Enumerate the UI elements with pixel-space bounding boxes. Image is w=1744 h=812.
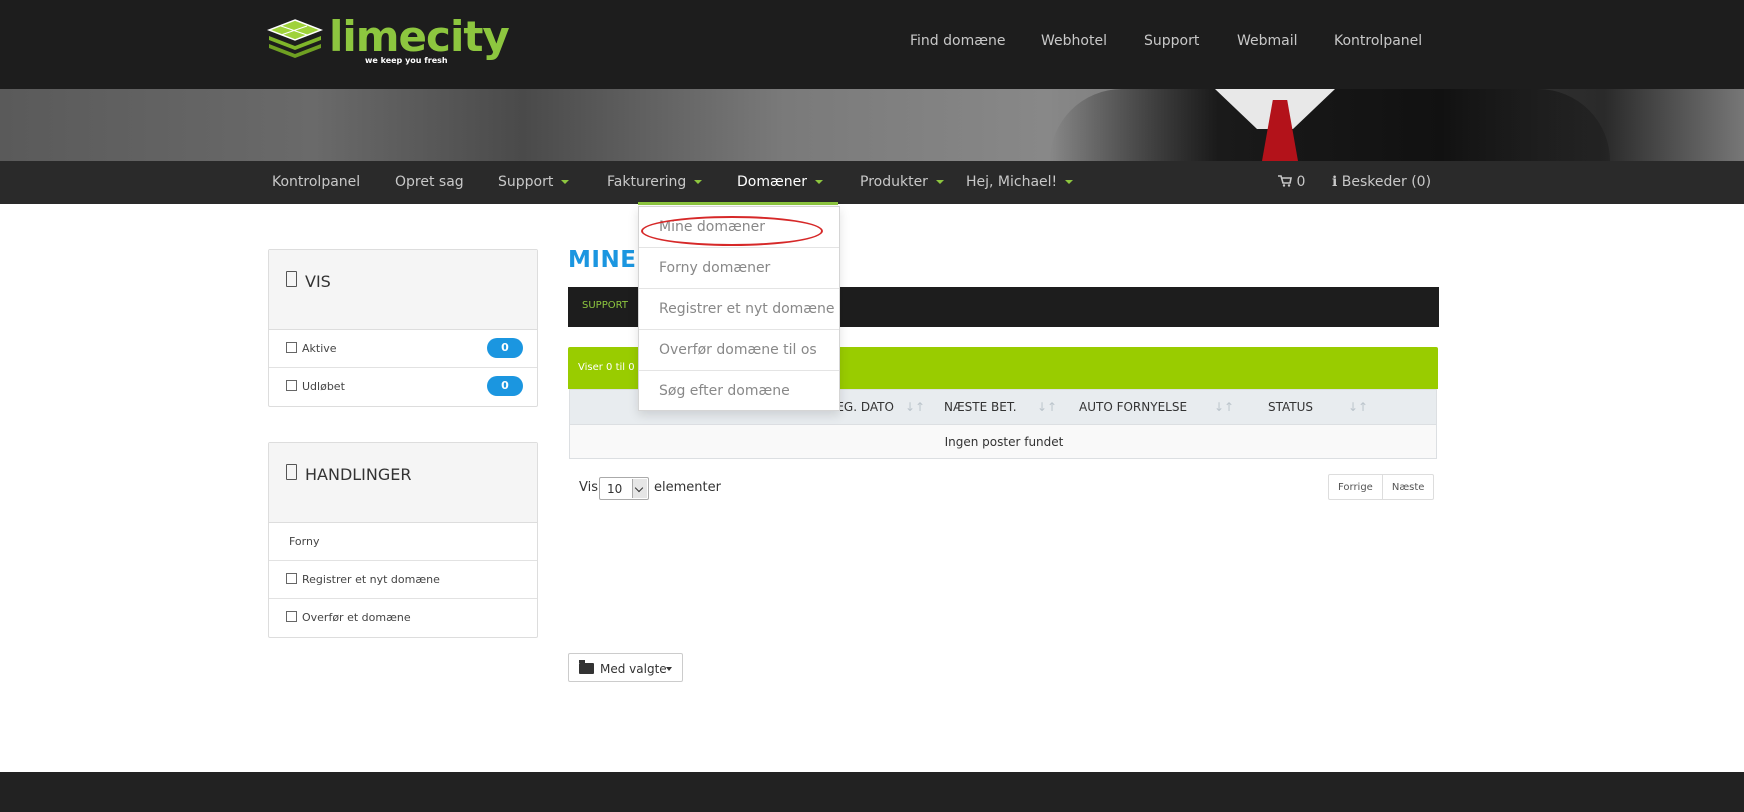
sort-icon[interactable]: ↓↑ [1348, 400, 1368, 414]
building-icon [286, 271, 297, 287]
topnav-support[interactable]: Support [1144, 33, 1199, 49]
nav-fakturering-label: Fakturering [607, 174, 687, 190]
chevron-down-icon [814, 180, 823, 184]
topnav-webhotel[interactable]: Webhotel [1041, 33, 1107, 49]
filter-udloebet[interactable]: Udløbet 0 [269, 368, 537, 406]
pager-next-button[interactable]: Næste [1381, 475, 1434, 499]
col-status[interactable]: STATUS [1268, 400, 1313, 414]
sort-icon[interactable]: ↓↑ [1214, 400, 1234, 414]
action-overfoer-label: Overfør et domæne [302, 611, 411, 624]
col-naeste-bet[interactable]: NÆSTE BET. [944, 400, 1017, 414]
chevron-down-icon [561, 180, 570, 184]
nav-domaener-label: Domæner [737, 174, 807, 190]
cart-count: 0 [1296, 174, 1306, 190]
filter-aktive[interactable]: Aktive 0 [269, 330, 537, 368]
action-overfoer[interactable]: Overfør et domæne [269, 599, 537, 637]
breadcrumb-support[interactable]: SUPPORT [582, 300, 628, 311]
chevron-down-icon [632, 479, 647, 498]
main-navigation: Kontrolpanel Opret sag Support Faktureri… [0, 161, 1744, 204]
action-registrer-label: Registrer et nyt domæne [302, 573, 440, 586]
topnav-kontrolpanel[interactable]: Kontrolpanel [1334, 33, 1422, 49]
nav-support[interactable]: Support [498, 174, 570, 190]
footer [0, 772, 1744, 812]
folder-open-icon [579, 660, 594, 674]
filter-aktive-count: 0 [487, 338, 523, 358]
empty-message: Ingen poster fundet [944, 435, 1064, 449]
table-row-empty: Ingen poster fundet [569, 425, 1437, 459]
nav-domaener[interactable]: Domæner [737, 174, 823, 190]
page-length-suffix: elementer [654, 480, 721, 495]
nav-fakturering[interactable]: Fakturering [607, 174, 703, 190]
chevron-down-icon [694, 180, 703, 184]
sort-icon[interactable]: ↓↑ [905, 400, 925, 414]
menu-item-label: Overfør domæne til os [659, 342, 817, 358]
nav-support-label: Support [498, 174, 554, 190]
messages-label: Beskeder (0) [1341, 174, 1432, 190]
menu-item-forny-domaener[interactable]: Forny domæner [639, 248, 839, 289]
info-icon: i [1332, 174, 1338, 190]
nav-user-menu[interactable]: Hej, Michael! [966, 174, 1074, 190]
chevron-down-icon [935, 180, 944, 184]
cart-icon [1278, 175, 1292, 187]
caret-down-icon [666, 667, 672, 671]
menu-item-label: Registrer et nyt domæne [659, 301, 835, 317]
highlight-annotation [641, 216, 823, 246]
panel-vis-header: VIS [269, 250, 537, 330]
menu-item-label: Søg efter domæne [659, 383, 790, 399]
nav-kontrolpanel[interactable]: Kontrolpanel [272, 174, 360, 190]
banner-figure [1050, 89, 1610, 161]
panel-handlinger: HANDLINGER Forny Registrer et nyt domæne… [268, 442, 538, 638]
nav-user-label: Hej, Michael! [966, 174, 1058, 190]
menu-item-overfoer[interactable]: Overfør domæne til os [639, 330, 839, 371]
panel-handlinger-title: HANDLINGER [305, 465, 412, 484]
action-forny[interactable]: Forny [269, 523, 537, 561]
globe-icon [286, 573, 297, 584]
bulk-action-label: Med valgte [600, 662, 667, 676]
menu-item-registrer[interactable]: Registrer et nyt domæne [639, 289, 839, 330]
topnav-find-domaene[interactable]: Find domæne [910, 33, 1005, 49]
filter-aktive-label: Aktive [302, 342, 337, 355]
top-header: limecity we keep you fresh Find domæne W… [0, 0, 1744, 89]
nav-cart[interactable]: 0 [1278, 174, 1305, 190]
building-icon [286, 464, 297, 480]
panel-vis-title: VIS [305, 272, 331, 291]
page-length-value: 10 [607, 482, 623, 496]
nav-opret-sag[interactable]: Opret sag [395, 174, 464, 190]
top-navigation: Find domæne Webhotel Support Webmail Kon… [0, 33, 1744, 53]
page-length-select[interactable]: 10 [599, 477, 649, 500]
menu-item-label: Forny domæner [659, 260, 771, 276]
nav-produkter-label: Produkter [860, 174, 928, 190]
panel-vis: VIS Aktive 0 Udløbet 0 [268, 249, 538, 407]
filter-udloebet-count: 0 [487, 376, 523, 396]
sort-icon[interactable]: ↓↑ [1037, 400, 1057, 414]
action-forny-label: Forny [289, 535, 320, 548]
nav-produkter[interactable]: Produkter [860, 174, 944, 190]
logo-tagline: we keep you fresh [365, 56, 448, 65]
bulk-action-button[interactable]: Med valgte [568, 653, 683, 682]
nav-messages[interactable]: i Beskeder (0) [1332, 174, 1431, 190]
pagination: Forrige Næste [1328, 474, 1435, 500]
pager-prev-button[interactable]: Forrige [1329, 475, 1382, 499]
action-registrer[interactable]: Registrer et nyt domæne [269, 561, 537, 599]
nav-active-indicator [638, 202, 838, 205]
topnav-webmail[interactable]: Webmail [1237, 33, 1298, 49]
filter-icon [286, 380, 297, 391]
transfer-icon [286, 611, 297, 622]
chevron-down-icon [1065, 180, 1074, 184]
filter-icon [286, 342, 297, 353]
page-length-prefix: Vis [579, 480, 598, 495]
menu-item-soeg[interactable]: Søg efter domæne [639, 371, 839, 412]
panel-handlinger-header: HANDLINGER [269, 443, 537, 523]
col-auto-fornyelse[interactable]: AUTO FORNYELSE [1079, 400, 1187, 414]
table-info-text: Viser 0 til 0 [578, 362, 635, 373]
filter-udloebet-label: Udløbet [302, 380, 345, 393]
